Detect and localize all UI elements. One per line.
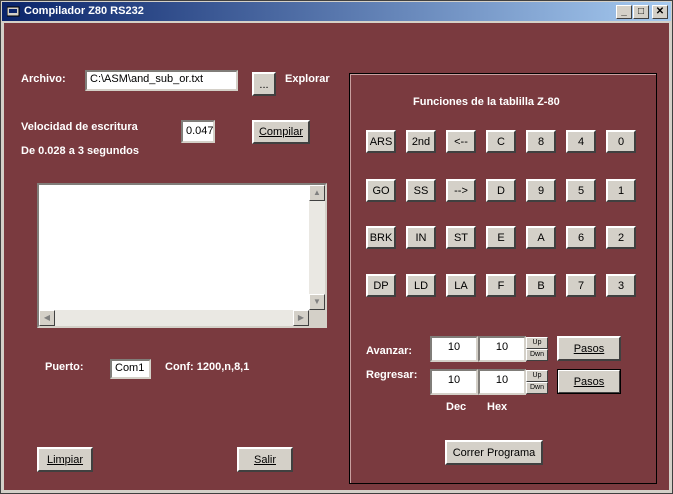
avanzar-pasos-label: Pasos [573,342,605,355]
key-button[interactable]: 6 [566,226,596,249]
browse-button[interactable]: ... [252,72,276,96]
key-button[interactable]: 7 [566,274,596,297]
conf-text: Conf: 1200,n,8,1 [165,361,250,373]
key-button[interactable]: 9 [526,179,556,202]
maximize-button[interactable]: □ [633,5,649,19]
key-button[interactable]: E [486,226,516,249]
salir-button[interactable]: Salir [237,447,293,472]
key-button[interactable]: SS [406,179,436,202]
limpiar-button[interactable]: Limpiar [37,447,93,472]
avanzar-hex-input[interactable]: 10 [478,336,526,362]
key-button[interactable]: 1 [606,179,636,202]
correr-programa-button[interactable]: Correr Programa [445,440,543,465]
avanzar-dec-input[interactable]: 10 [430,336,478,362]
velocidad-input[interactable]: 0.047 [181,120,215,143]
window-title: Compilador Z80 RS232 [24,5,144,17]
output-textarea[interactable]: ▲ ▼ ◀ ▶ [37,183,327,328]
key-button[interactable]: DP [366,274,396,297]
scroll-up-arrow-icon[interactable]: ▲ [309,185,325,201]
dec-label: Dec [446,401,467,413]
key-button[interactable]: LA [446,274,476,297]
key-button[interactable]: LD [406,274,436,297]
z80-functions-panel: Funciones de la tablilla Z-80 ARS 2nd <-- C… [349,73,657,484]
key-button[interactable]: BRK [366,226,396,249]
key-button[interactable]: 8 [526,130,556,153]
vertical-scrollbar[interactable]: ▲ ▼ [309,185,325,310]
limpiar-label: Limpiar [46,453,84,466]
key-button[interactable]: <-- [446,130,476,153]
key-button[interactable]: 3 [606,274,636,297]
regresar-label: Regresar: [366,369,418,381]
regresar-hex-input[interactable]: 10 [478,369,526,395]
scroll-left-arrow-icon[interactable]: ◀ [39,310,55,326]
key-button[interactable]: --> [446,179,476,202]
key-button[interactable]: ARS [366,130,396,153]
key-button[interactable]: C [486,130,516,153]
avanzar-label: Avanzar: [366,345,413,357]
key-button[interactable]: B [526,274,556,297]
compilar-button[interactable]: Compilar [252,120,310,144]
regresar-dec-input[interactable]: 10 [430,369,478,395]
correr-programa-label: Correr Programa [452,446,536,459]
key-button[interactable]: D [486,179,516,202]
velocidad-range-text: De 0.028 a 3 segundos [21,145,139,157]
regresar-pasos-label: Pasos [573,375,605,388]
hex-label: Hex [487,401,508,413]
minimize-button[interactable]: _ [616,5,632,19]
puerto-input[interactable]: Com1 [110,359,151,379]
title-bar: Compilador Z80 RS232 _ □ ✕ [2,2,671,21]
avanzar-up-button[interactable]: Up [526,337,548,349]
regresar-down-button[interactable]: Dwn [526,382,548,394]
scroll-down-arrow-icon[interactable]: ▼ [309,294,325,310]
compilar-label: Compilar [258,126,303,138]
key-button[interactable]: 2 [606,226,636,249]
regresar-pasos-button[interactable]: Pasos [557,369,621,394]
key-button[interactable]: 4 [566,130,596,153]
avanzar-down-button[interactable]: Dwn [526,349,548,361]
avanzar-pasos-button[interactable]: Pasos [557,336,621,361]
archivo-input[interactable]: C:\ASM\and_sub_or.txt [85,70,238,91]
salir-label: Salir [253,453,276,466]
scroll-corner [309,310,325,326]
velocidad-label: Velocidad de escritura [21,121,138,133]
key-button[interactable]: F [486,274,516,297]
key-button[interactable]: A [526,226,556,249]
archivo-label: Archivo: [21,73,66,85]
key-button[interactable]: IN [406,226,436,249]
key-button[interactable]: 0 [606,130,636,153]
scroll-right-arrow-icon[interactable]: ▶ [293,310,309,326]
key-button[interactable]: 2nd [406,130,436,153]
panel-title: Funciones de la tablilla Z-80 [413,96,560,108]
close-button[interactable]: ✕ [652,5,668,19]
key-button[interactable]: 5 [566,179,596,202]
puerto-label: Puerto: [45,361,84,373]
key-button[interactable]: GO [366,179,396,202]
horizontal-scrollbar[interactable]: ◀ ▶ [39,310,309,326]
app-icon [7,6,20,17]
client-area: Archivo: C:\ASM\and_sub_or.txt ... Explo… [4,23,669,490]
app-window: Compilador Z80 RS232 _ □ ✕ Archivo: C:\A… [0,0,673,494]
explorar-label: Explorar [285,73,330,85]
key-button[interactable]: ST [446,226,476,249]
regresar-up-button[interactable]: Up [526,370,548,382]
